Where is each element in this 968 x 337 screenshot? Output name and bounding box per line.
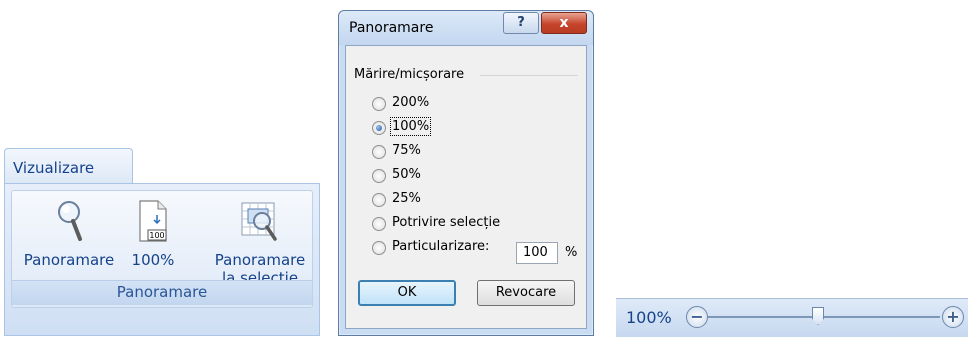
cancel-button[interactable]: Revocare [477,280,575,306]
zoom-out-button[interactable]: − [686,306,708,328]
zoom-button[interactable]: Panoramare [14,199,124,269]
minus-icon: − [690,307,704,326]
radio-button[interactable] [372,217,386,231]
zoom-slider-thumb[interactable] [812,307,824,325]
radio-label: 100% [389,117,432,136]
ribbon-tab-label: Vizualizare [13,159,95,177]
zoom-to-selection-button[interactable]: Panoramare la selecție [206,199,314,287]
radio-button[interactable] [372,193,386,207]
radio-label: 75% [392,143,421,158]
radio-button[interactable] [372,169,386,183]
radio-label: 50% [392,167,421,182]
radio-label: Particularizare: [392,239,490,254]
group-divider [480,75,578,76]
radio-button[interactable] [372,241,386,255]
custom-percent-input[interactable]: 100 [516,242,558,264]
zoom-slider-track[interactable] [708,316,940,318]
ribbon-panel: Panoramare 100 100% Panoramare la selecț… [4,183,320,336]
radio-button-selected[interactable] [372,121,386,135]
magnifier-icon [58,201,82,241]
dialog-body: Mărire/micșorare 200% 100% 75% 50% 25% P… [345,45,587,329]
ribbon-group-panoramare: Panoramare 100 100% Panoramare la selecț… [11,190,313,308]
ribbon-tab-vizualizare[interactable]: Vizualizare [4,148,133,184]
close-button[interactable]: x [541,12,587,34]
radio-button[interactable] [372,97,386,111]
radio-label: 200% [392,95,430,110]
dialog-titlebar[interactable]: Panoramare ? x [339,11,593,45]
dialog-title: Panoramare [349,20,434,36]
help-button[interactable]: ? [503,12,539,34]
zoom-group-label: Mărire/micșorare [354,67,469,82]
zoom-dialog: Panoramare ? x Mărire/micșorare 200% 100… [338,10,594,336]
radio-label: Potrivire selecție [392,215,501,230]
zoom-to-selection-label-line1: Panoramare [214,251,306,269]
zoom-to-selection-icon [241,202,277,241]
ribbon-group-label: Panoramare [12,280,312,305]
zoom-100-button-label: 100% [131,251,175,269]
plus-icon: + [946,307,960,326]
help-icon: ? [517,15,525,30]
status-bar-zoom: 100% − + [616,298,968,337]
page-100-icon: 100 [139,200,167,242]
zoom-in-button[interactable]: + [942,306,964,328]
radio-button[interactable] [372,145,386,159]
ok-button[interactable]: OK [358,280,456,306]
svg-text:100: 100 [149,231,164,240]
close-icon: x [559,15,569,31]
percent-sign: % [565,245,578,260]
radio-label: 25% [392,191,421,206]
zoom-100-button[interactable]: 100 100% [126,199,180,269]
zoom-button-label: Panoramare [23,251,115,269]
zoom-level[interactable]: 100% [626,308,672,327]
